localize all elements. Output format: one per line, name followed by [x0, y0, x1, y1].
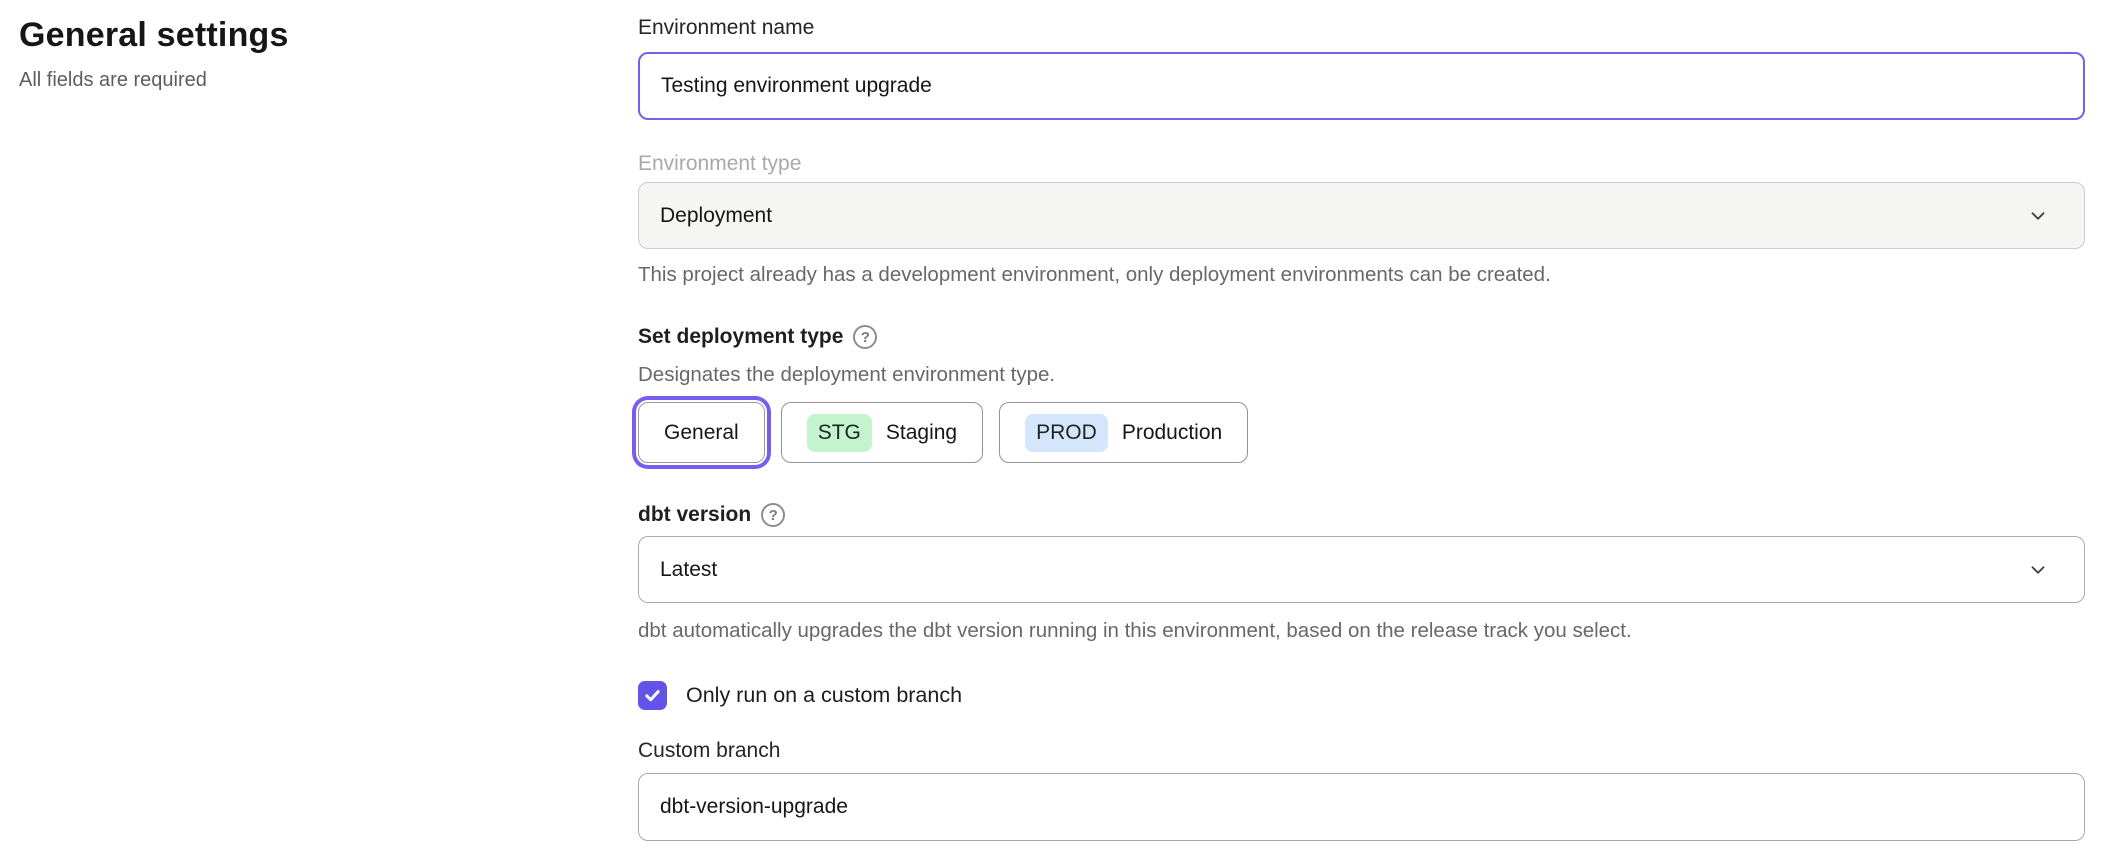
custom-branch-checkbox-label[interactable]: Only run on a custom branch — [686, 683, 962, 708]
deployment-type-label-row: Set deployment type ? — [638, 323, 2085, 351]
page-title: General settings — [19, 16, 579, 55]
environment-name-label: Environment name — [638, 14, 2085, 42]
environment-type-value: Deployment — [660, 204, 2027, 228]
deployment-type-general-label: General — [664, 421, 739, 445]
environment-type-helper: This project already has a development e… — [638, 261, 2085, 289]
dbt-version-label: dbt version — [638, 501, 751, 529]
dbt-version-helper: dbt automatically upgrades the dbt versi… — [638, 617, 2085, 645]
environment-type-label: Environment type — [638, 150, 2085, 178]
deployment-type-staging-label: Staging — [886, 421, 957, 445]
question-circle-icon[interactable]: ? — [853, 325, 877, 349]
staging-badge: STG — [807, 414, 872, 452]
dbt-version-select[interactable]: Latest — [638, 536, 2085, 603]
page-subtitle: All fields are required — [19, 69, 579, 92]
deployment-type-production-label: Production — [1122, 421, 1222, 445]
chevron-down-icon — [2027, 205, 2049, 227]
custom-branch-input[interactable] — [638, 773, 2085, 841]
environment-type-select: Deployment — [638, 182, 2085, 249]
checkmark-icon — [644, 687, 661, 704]
deployment-type-helper: Designates the deployment environment ty… — [638, 361, 2085, 389]
dbt-version-value: Latest — [660, 558, 2027, 582]
general-settings-form: Environment name Environment type Deploy… — [638, 14, 2085, 841]
deployment-type-options: General STG Staging PROD Production — [638, 402, 2085, 463]
deployment-type-label: Set deployment type — [638, 323, 843, 351]
deployment-type-staging-button[interactable]: STG Staging — [781, 402, 983, 463]
chevron-down-icon — [2027, 559, 2049, 581]
question-circle-icon[interactable]: ? — [761, 503, 785, 527]
environment-name-input[interactable] — [638, 52, 2085, 120]
dbt-version-label-row: dbt version ? — [638, 501, 2085, 529]
deployment-type-general-button[interactable]: General — [638, 402, 765, 463]
custom-branch-label: Custom branch — [638, 737, 2085, 765]
page-header: General settings All fields are required — [19, 16, 579, 92]
custom-branch-checkbox-row: Only run on a custom branch — [638, 681, 2085, 710]
custom-branch-checkbox[interactable] — [638, 681, 667, 710]
deployment-type-production-button[interactable]: PROD Production — [999, 402, 1248, 463]
production-badge: PROD — [1025, 414, 1108, 452]
